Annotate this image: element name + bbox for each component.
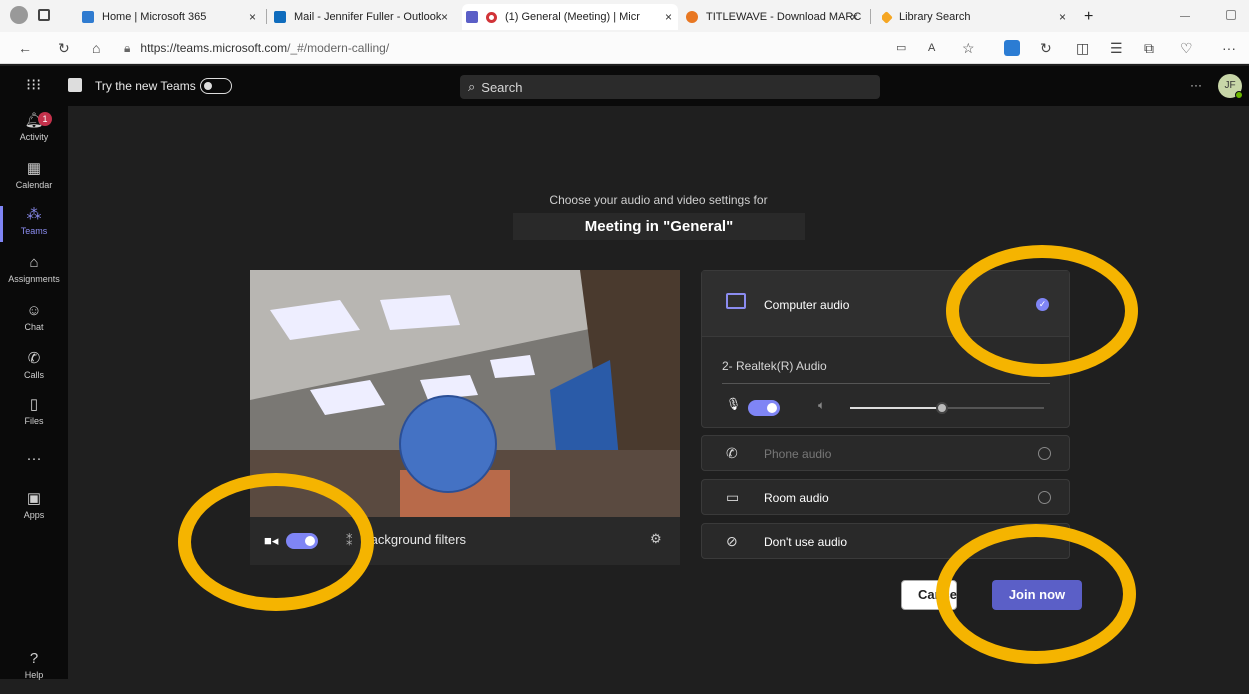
- background-filters-button[interactable]: Background filters: [362, 532, 466, 547]
- rail-item-apps[interactable]: ▣ Apps: [0, 490, 68, 534]
- new-tab-button[interactable]: +: [1084, 6, 1104, 28]
- address-bar-row: ← ↻ ⌂ 🔒︎ https://teams.microsoft.com/_#/…: [0, 32, 1249, 64]
- try-new-teams-label: Try the new Teams: [95, 79, 196, 93]
- refresh-extension-icon[interactable]: ↻: [1040, 40, 1052, 56]
- microphone-toggle[interactable]: [748, 400, 780, 416]
- tab-library-search[interactable]: Library Search ×: [882, 6, 1072, 28]
- apps-icon: ▣: [26, 490, 42, 507]
- tab-actions-icon[interactable]: [38, 9, 50, 21]
- volume-slider-thumb[interactable]: [936, 402, 948, 414]
- speaker-volume-slider[interactable]: [850, 402, 1044, 414]
- tab-mail[interactable]: Mail - Jennifer Fuller - Outlook ×: [274, 6, 454, 28]
- speaker-icon: 🔈︎: [818, 398, 826, 412]
- close-icon[interactable]: ×: [1059, 10, 1066, 24]
- choose-settings-text: Choose your audio and video settings for: [549, 193, 768, 207]
- url-field[interactable]: 🔒︎ https://teams.microsoft.com/_#/modern…: [124, 36, 878, 60]
- rail-item-teams[interactable]: ⁂ Teams: [0, 206, 68, 250]
- outlook-icon: [274, 11, 286, 23]
- tab-home[interactable]: Home | Microsoft 365 ×: [82, 6, 262, 28]
- microphone-icon: 🎙︎: [726, 397, 742, 411]
- presence-badge: [1235, 91, 1243, 99]
- file-icon: ▯: [29, 396, 39, 413]
- browser-tab-bar: Home | Microsoft 365 × Mail - Jennifer F…: [0, 0, 1249, 32]
- close-icon[interactable]: ×: [249, 10, 256, 24]
- rail-more-button[interactable]: ···: [0, 450, 68, 494]
- phone-audio-option[interactable]: ✆ Phone audio: [701, 435, 1070, 471]
- rail-item-calendar[interactable]: ▦ Calendar: [0, 160, 68, 204]
- help-icon: ?: [29, 650, 39, 667]
- rail-item-assignments[interactable]: ⌂ Assignments: [0, 254, 68, 298]
- teams-icon: [466, 11, 478, 23]
- extension-icon[interactable]: [1004, 40, 1020, 56]
- room-audio-icon: ▭: [726, 489, 740, 505]
- more-options-icon[interactable]: ···: [1190, 78, 1202, 92]
- room-audio-radio[interactable]: [1038, 491, 1051, 504]
- search-icon: ⌕: [468, 79, 476, 94]
- close-icon[interactable]: ×: [665, 10, 672, 24]
- prejoin-screen: Choose your audio and video settings for…: [68, 106, 1249, 679]
- m365-icon: [82, 11, 94, 23]
- highlight-circle-join: [936, 524, 1136, 664]
- collections-icon[interactable]: ⧉: [1144, 40, 1154, 56]
- calendar-icon: ▦: [26, 160, 42, 177]
- try-new-teams-toggle[interactable]: [200, 78, 232, 94]
- rail-item-chat[interactable]: ☺ Chat: [0, 302, 68, 346]
- video-pip-icon[interactable]: ▭: [896, 40, 906, 56]
- phone-audio-radio[interactable]: [1038, 447, 1051, 460]
- rail-item-files[interactable]: ▯ Files: [0, 396, 68, 440]
- library-icon: [882, 10, 893, 24]
- teams-icon: ⁂: [26, 206, 42, 223]
- face-blur-circle: [399, 395, 497, 493]
- tab-titlewave[interactable]: TITLEWAVE - Download MARC Re ×: [686, 6, 864, 28]
- computer-audio-icon: [726, 293, 746, 309]
- read-aloud-icon[interactable]: A: [928, 40, 935, 56]
- favorites-icon[interactable]: ☰: [1110, 40, 1123, 56]
- search-input[interactable]: ⌕ Search: [460, 75, 880, 99]
- assignments-icon: ⌂: [29, 254, 39, 271]
- teams-logo-icon: [68, 78, 82, 92]
- minimize-icon[interactable]: [1180, 16, 1190, 17]
- no-audio-icon: ⊘: [726, 533, 738, 549]
- close-icon[interactable]: ×: [851, 10, 858, 24]
- chat-icon: ☺: [26, 302, 42, 319]
- highlight-circle-computer-audio: [946, 245, 1138, 377]
- device-settings-icon[interactable]: ⚙: [650, 531, 662, 547]
- lock-icon: 🔒︎: [124, 40, 131, 55]
- phone-icon: ✆: [27, 350, 41, 367]
- recording-icon: [486, 11, 497, 23]
- notification-badge: 1: [38, 112, 52, 126]
- rail-item-activity[interactable]: 🔔︎ 1 Activity: [0, 112, 68, 156]
- phone-audio-icon: ✆: [726, 445, 738, 461]
- more-icon[interactable]: ···: [1222, 40, 1236, 56]
- titlewave-icon: [686, 11, 698, 23]
- app-rail: 🔔︎ 1 Activity ▦ Calendar ⁂ Teams ⌂ Assig…: [0, 106, 68, 680]
- highlight-circle-camera: [178, 473, 374, 611]
- room-audio-option[interactable]: ▭ Room audio: [701, 479, 1070, 515]
- tab-teams-meeting[interactable]: (1) General (Meeting) | Micr ×: [462, 4, 678, 30]
- meeting-title: Meeting in "General": [513, 213, 805, 240]
- refresh-icon[interactable]: ↻: [58, 40, 70, 56]
- rail-item-calls[interactable]: ✆ Calls: [0, 350, 68, 394]
- favorite-star-icon[interactable]: ☆: [962, 40, 975, 56]
- rail-item-help[interactable]: ? Help: [0, 650, 68, 694]
- profile-icon[interactable]: [10, 6, 28, 24]
- app-launcher-icon[interactable]: ⁝⁝⁝: [26, 75, 41, 95]
- home-icon[interactable]: ⌂: [92, 40, 100, 56]
- split-screen-icon[interactable]: ◫: [1076, 40, 1089, 56]
- close-icon[interactable]: ×: [441, 10, 448, 24]
- back-icon[interactable]: ←: [18, 40, 32, 56]
- avatar[interactable]: JF: [1218, 74, 1243, 99]
- teams-header: ⁝⁝⁝ Try the new Teams ⌕ Search ··· JF: [0, 66, 1249, 106]
- restore-icon[interactable]: [1226, 10, 1236, 20]
- audio-device-name[interactable]: 2- Realtek(R) Audio: [722, 359, 827, 373]
- copilot-icon[interactable]: ♡: [1180, 40, 1193, 56]
